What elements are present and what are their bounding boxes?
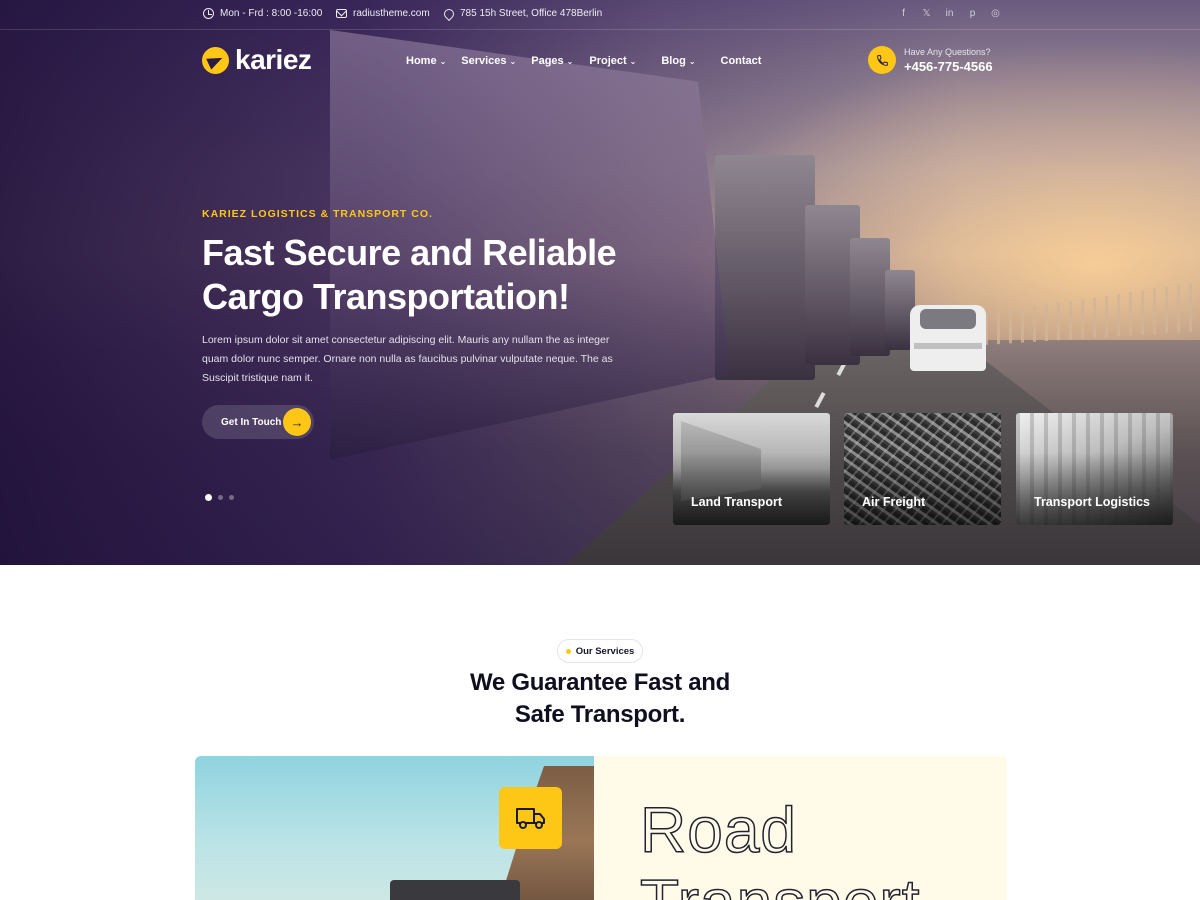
service-card-label: Transport Logistics bbox=[1034, 495, 1150, 509]
service-card-label: Air Freight bbox=[862, 495, 926, 509]
hero-eyebrow: KARIEZ LOGISTICS & TRANSPORT CO. bbox=[202, 208, 433, 220]
hero-truck bbox=[850, 238, 890, 356]
nav-item-pages[interactable]: Pages ⌄ bbox=[531, 55, 573, 67]
topbar-email[interactable]: radiustheme.com bbox=[336, 8, 430, 19]
nav-item-label: Blog bbox=[661, 55, 686, 67]
hero-section: Mon - Frd : 8:00 -16:00 radiustheme.com … bbox=[0, 0, 1200, 565]
linkedin-icon[interactable]: in bbox=[945, 7, 954, 21]
top-bar: Mon - Frd : 8:00 -16:00 radiustheme.com … bbox=[0, 0, 1200, 30]
services-title-line1: We Guarantee Fast and bbox=[470, 669, 730, 696]
topbar-hours: Mon - Frd : 8:00 -16:00 bbox=[203, 8, 322, 19]
truck-icon bbox=[499, 787, 562, 849]
section-badge: Our Services bbox=[557, 639, 643, 663]
feature-panel: Road Transport bbox=[594, 756, 1007, 900]
slider-dot[interactable] bbox=[229, 495, 234, 500]
instagram-icon[interactable]: ◎ bbox=[991, 7, 1000, 21]
nav-item-project[interactable]: Project ⌄ bbox=[589, 55, 636, 67]
phone-icon[interactable] bbox=[868, 46, 896, 74]
hero-description: Lorem ipsum dolor sit amet consectetur a… bbox=[202, 334, 613, 384]
hero-car bbox=[910, 305, 986, 371]
chevron-down-icon: ⌄ bbox=[439, 56, 447, 66]
nav-item-label: Pages bbox=[531, 55, 564, 67]
nav-item-label: Project bbox=[589, 55, 627, 67]
service-card-air-freight[interactable]: Air Freight bbox=[844, 413, 1001, 525]
phone-text: Have Any Questions? +456-775-4566 bbox=[904, 47, 993, 74]
logo-mark-icon bbox=[202, 46, 229, 74]
chevron-down-icon: ⌄ bbox=[688, 56, 696, 66]
phone-number[interactable]: +456-775-4566 bbox=[904, 59, 993, 74]
services-title-line2: Safe Transport. bbox=[514, 701, 686, 728]
nav-item-blog[interactable]: Blog ⌄ bbox=[661, 55, 695, 67]
hero-title: Fast Secure and Reliable Cargo Transport… bbox=[202, 231, 662, 319]
service-card-transport-logistics[interactable]: Transport Logistics bbox=[1016, 413, 1173, 525]
feature-outline-title: Road Transport bbox=[639, 793, 921, 900]
feature-title-line1: Road bbox=[639, 793, 797, 867]
service-card-label: Land Transport bbox=[691, 495, 782, 509]
clock-icon bbox=[203, 8, 214, 19]
logo-text: kariez bbox=[235, 44, 312, 75]
cta-label: Get In Touch bbox=[221, 416, 282, 428]
services-title: We Guarantee Fast and Safe Transport. bbox=[400, 667, 800, 731]
facebook-icon[interactable]: f bbox=[899, 7, 908, 21]
feature-title-line2: Transport bbox=[639, 865, 921, 900]
feature-road-transport[interactable]: Road Transport bbox=[195, 756, 1007, 900]
topbar-hours-text: Mon - Frd : 8:00 -16:00 bbox=[220, 8, 323, 19]
topbar-address: 785 15h Street, Office 478Berlin bbox=[441, 6, 603, 21]
social-links: f 𝕏 in p ◎ bbox=[899, 7, 1000, 21]
nav-item-services[interactable]: Services ⌄ bbox=[461, 55, 516, 67]
nav-item-home[interactable]: Home ⌄ bbox=[406, 55, 446, 67]
cargo-truck-shape bbox=[390, 880, 520, 900]
slider-dot[interactable] bbox=[218, 495, 223, 500]
chevron-down-icon: ⌄ bbox=[566, 56, 574, 66]
nav-item-label: Contact bbox=[720, 55, 762, 67]
badge-dot-icon bbox=[565, 648, 571, 654]
nav-item-contact[interactable]: Contact bbox=[721, 55, 762, 67]
hero-title-line1: Fast Secure and Reliable bbox=[202, 232, 617, 273]
topbar-email-text[interactable]: radiustheme.com bbox=[353, 8, 430, 19]
chevron-down-icon: ⌄ bbox=[629, 56, 637, 66]
hero-truck bbox=[715, 155, 815, 380]
header-phone[interactable]: Have Any Questions? +456-775-4566 bbox=[868, 46, 993, 74]
nav-item-label: Services bbox=[461, 55, 507, 67]
pinterest-icon[interactable]: p bbox=[968, 7, 977, 21]
hero-title-line2: Cargo Transportation! bbox=[202, 276, 570, 317]
slider-pagination bbox=[205, 494, 234, 501]
arrow-right-icon: → bbox=[283, 408, 311, 436]
topbar-address-text: 785 15h Street, Office 478Berlin bbox=[460, 8, 603, 19]
service-card-land-transport[interactable]: Land Transport bbox=[673, 413, 830, 525]
main-nav: Home ⌄ Services ⌄ Pages ⌄ Project ⌄ Blog… bbox=[406, 55, 761, 67]
location-pin-icon bbox=[441, 6, 457, 21]
x-icon[interactable]: 𝕏 bbox=[922, 7, 931, 21]
chevron-down-icon: ⌄ bbox=[509, 56, 517, 66]
phone-question: Have Any Questions? bbox=[904, 46, 991, 57]
slider-dot-active[interactable] bbox=[205, 494, 212, 501]
get-in-touch-button[interactable]: Get In Touch → bbox=[202, 405, 314, 439]
site-logo[interactable]: kariez bbox=[202, 44, 312, 76]
badge-text: Our Services bbox=[575, 645, 635, 657]
mail-icon bbox=[336, 9, 347, 18]
nav-item-label: Home bbox=[406, 55, 437, 67]
